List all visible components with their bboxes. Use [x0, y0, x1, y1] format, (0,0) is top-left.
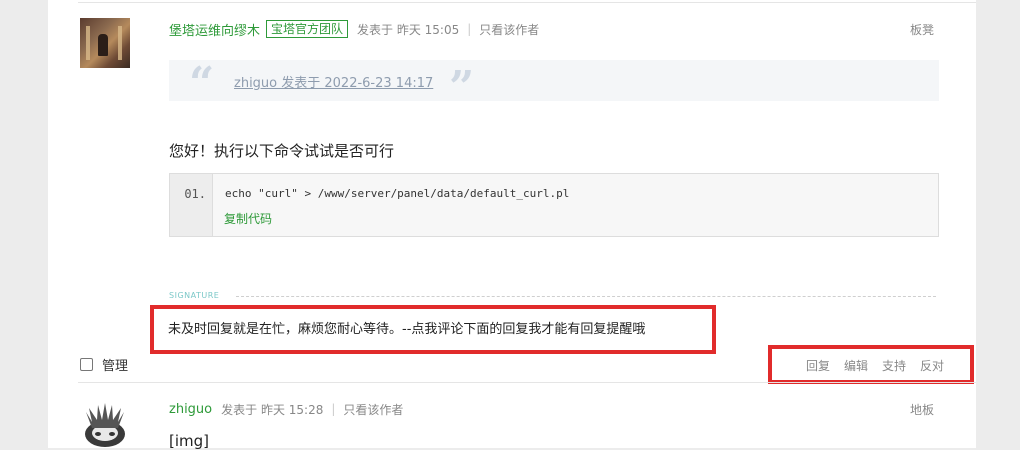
post-body: [img]	[169, 432, 210, 450]
author-name[interactable]: 堡塔运维向缪木	[169, 20, 260, 39]
signature-highlight-box: 未及时回复就是在忙，麻烦您耐心等待。--点我评论下面的回复我才能有回复提醒哦	[150, 305, 716, 354]
code-block: 01. echo "curl" > /www/server/panel/data…	[169, 173, 939, 237]
reply-button[interactable]: 回复	[806, 357, 830, 374]
quote-source-link[interactable]: zhiguo 发表于 2022-6-23 14:17	[234, 72, 433, 91]
floor-label[interactable]: 地板	[910, 401, 934, 418]
avatar[interactable]	[80, 400, 130, 448]
quote-close-icon: ”	[449, 62, 475, 113]
quote-open-icon: “	[189, 58, 215, 109]
post-header: zhiguo 发表于 昨天 15:28 | 只看该作者	[169, 400, 403, 418]
post-header: 堡塔运维向缪木 宝塔官方团队 发表于 昨天 15:05 | 只看该作者	[169, 20, 539, 39]
post-time: 发表于 昨天 15:05	[357, 22, 460, 37]
avatar-figure	[98, 34, 108, 56]
avatar-decoration	[118, 26, 122, 60]
avatar[interactable]	[80, 18, 130, 68]
post-body: 您好！执行以下命令试试是否可行	[169, 142, 395, 160]
signature-text: 未及时回复就是在忙，麻烦您耐心等待。--点我评论下面的回复我才能有回复提醒哦	[168, 322, 646, 337]
floor-label[interactable]: 板凳	[910, 21, 934, 38]
code-line: echo "curl" > /www/server/panel/data/def…	[225, 187, 570, 200]
divider	[78, 2, 976, 3]
signature-divider	[236, 296, 936, 297]
post-time: 发表于 昨天 15:28	[221, 402, 324, 417]
author-name[interactable]: zhiguo	[169, 402, 212, 417]
thread-page: 堡塔运维向缪木 宝塔官方团队 发表于 昨天 15:05 | 只看该作者 板凳 “…	[48, 0, 976, 450]
code-gutter: 01.	[170, 174, 213, 236]
manage-control[interactable]: 管理	[80, 355, 128, 374]
team-badge[interactable]: 宝塔官方团队	[266, 20, 349, 38]
only-author-link[interactable]: 只看该作者	[479, 21, 539, 38]
checkbox-icon[interactable]	[80, 358, 93, 371]
manage-label[interactable]: 管理	[102, 355, 128, 374]
post-actions: 回复 编辑 支持 反对	[806, 357, 944, 374]
support-button[interactable]: 支持	[882, 357, 906, 374]
edit-button[interactable]: 编辑	[844, 357, 868, 374]
oppose-button[interactable]: 反对	[920, 357, 944, 374]
avatar-decoration	[86, 26, 90, 60]
meta-separator: |	[467, 22, 472, 36]
quote-block: “ zhiguo 发表于 2022-6-23 14:17 ”	[169, 60, 939, 110]
meta-separator: |	[331, 402, 336, 416]
avatar-image	[85, 403, 125, 447]
copy-code-button[interactable]: 复制代码	[224, 210, 272, 227]
divider	[78, 382, 976, 383]
actions-highlight-box: 回复 编辑 支持 反对	[768, 345, 974, 384]
only-author-link[interactable]: 只看该作者	[343, 401, 403, 418]
code-line-number: 01.	[184, 187, 206, 201]
signature-label: SIGNATURE	[169, 291, 220, 300]
